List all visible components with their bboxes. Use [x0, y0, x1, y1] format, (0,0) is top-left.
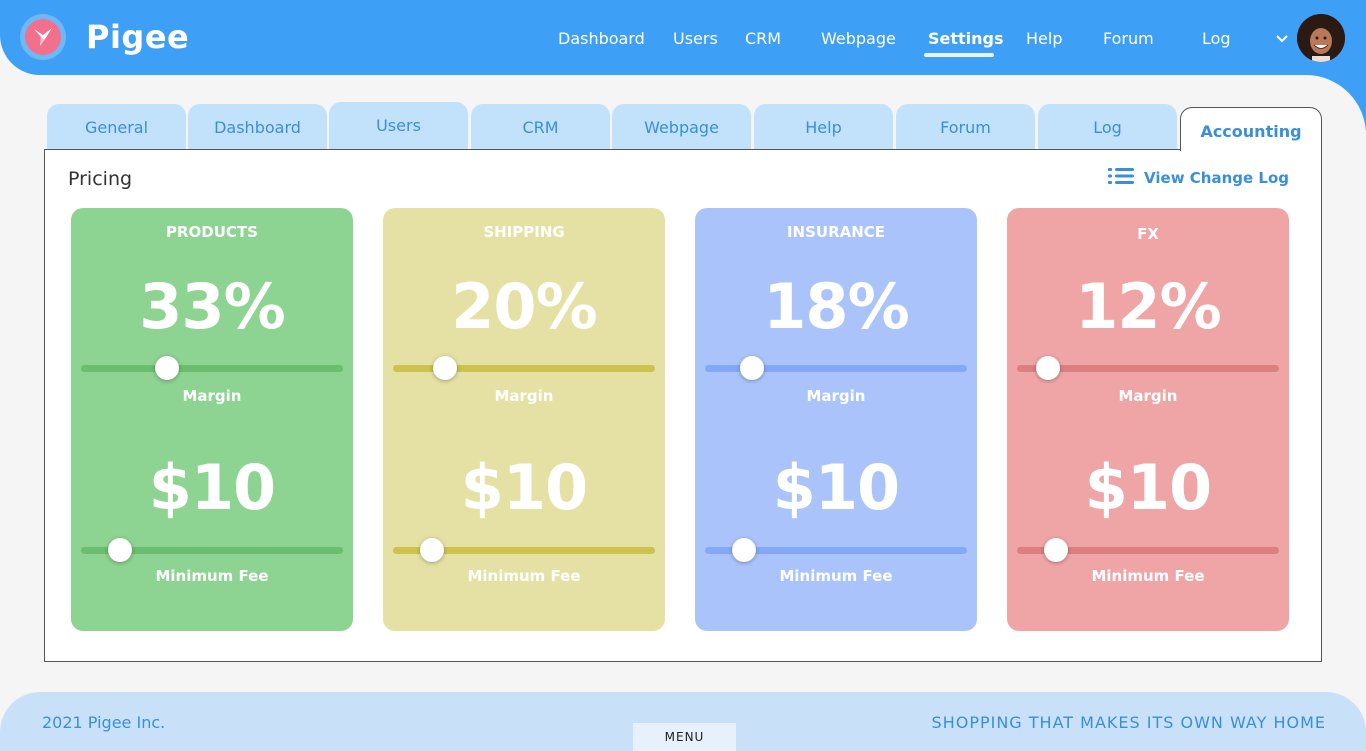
margin-slider[interactable]: [705, 356, 967, 380]
user-avatar[interactable]: [1297, 14, 1345, 62]
card-title: INSURANCE: [786, 223, 886, 241]
minimum-fee-label: Minimum Fee: [779, 567, 893, 585]
tab-users[interactable]: Users: [329, 102, 468, 150]
minimum-fee-label: Minimum Fee: [1091, 567, 1205, 585]
margin-label: Margin: [806, 387, 866, 405]
list-icon: [1108, 167, 1135, 189]
margin-slider-handle[interactable]: [1036, 356, 1061, 380]
minimum-fee-slider-handle[interactable]: [732, 538, 757, 562]
pricing-card-shipping: SHIPPING 20% Margin $10 Minimum Fee: [383, 208, 665, 631]
margin-slider-handle[interactable]: [740, 356, 765, 380]
minimum-fee-slider-handle[interactable]: [420, 538, 445, 562]
copyright: 2021 Pigee Inc.: [42, 713, 166, 732]
minimum-fee-slider[interactable]: [393, 538, 655, 562]
fee-value: $10: [460, 451, 588, 524]
view-change-log-label: View Change Log: [1144, 169, 1289, 187]
fee-value: $10: [148, 451, 276, 524]
fee-value: $10: [772, 451, 900, 524]
margin-value: 12%: [1075, 270, 1221, 343]
margin-slider-handle[interactable]: [155, 356, 180, 380]
nav-help[interactable]: Help: [1026, 29, 1062, 51]
tab-help[interactable]: Help: [754, 104, 893, 150]
pricing-card-fx: FX 12% Margin $10 Minimum Fee: [1007, 208, 1289, 631]
tab-webpage[interactable]: Webpage: [612, 104, 751, 150]
margin-label: Margin: [182, 387, 242, 405]
minimum-fee-slider[interactable]: [81, 538, 343, 562]
tab-crm[interactable]: CRM: [471, 104, 610, 150]
card-title: PRODUCTS: [166, 223, 258, 241]
fee-value: $10: [1084, 451, 1212, 524]
view-change-log-link[interactable]: View Change Log: [1108, 167, 1289, 189]
menu-button[interactable]: MENU: [633, 723, 736, 751]
nav-forum[interactable]: Forum: [1103, 29, 1154, 51]
card-title: SHIPPING: [483, 223, 565, 241]
brand-name[interactable]: Pigee: [86, 18, 189, 56]
margin-value: 33%: [139, 270, 285, 343]
footer: 2021 Pigee Inc. MENU SHOPPING THAT MAKES…: [0, 692, 1366, 751]
minimum-fee-slider-handle[interactable]: [108, 538, 133, 562]
tab-general[interactable]: General: [47, 104, 186, 150]
pricing-panel: Pricing View Change Log PRODUCTS 33% Mar…: [44, 149, 1322, 662]
chevron-down-icon[interactable]: [1274, 30, 1290, 46]
margin-value: 20%: [451, 270, 597, 343]
nav-active-indicator: [924, 53, 994, 57]
logo[interactable]: [20, 14, 66, 60]
tab-forum[interactable]: Forum: [896, 104, 1035, 150]
minimum-fee-slider-handle[interactable]: [1044, 538, 1069, 562]
margin-slider[interactable]: [393, 356, 655, 380]
nav-users[interactable]: Users: [673, 29, 718, 51]
nav-settings[interactable]: Settings: [928, 29, 1004, 51]
margin-slider[interactable]: [81, 356, 343, 380]
minimum-fee-label: Minimum Fee: [467, 567, 581, 585]
minimum-fee-slider[interactable]: [1017, 538, 1279, 562]
margin-slider[interactable]: [1017, 356, 1279, 380]
margin-label: Margin: [1118, 387, 1178, 405]
nav-dashboard[interactable]: Dashboard: [558, 29, 645, 51]
slogan: SHOPPING THAT MAKES ITS OWN WAY HOME: [931, 713, 1326, 732]
nav-log[interactable]: Log: [1202, 29, 1231, 51]
margin-slider-handle[interactable]: [433, 356, 458, 380]
nav-crm[interactable]: CRM: [745, 29, 781, 51]
minimum-fee-slider[interactable]: [705, 538, 967, 562]
card-title: FX: [1137, 225, 1159, 243]
tab-accounting[interactable]: Accounting: [1180, 107, 1322, 151]
tab-dashboard[interactable]: Dashboard: [188, 104, 327, 150]
pricing-card-insurance: INSURANCE 18% Margin $10 Minimum Fee: [695, 208, 977, 631]
panel-title: Pricing: [68, 168, 133, 190]
nav-webpage[interactable]: Webpage: [821, 29, 896, 51]
margin-value: 18%: [763, 270, 909, 343]
margin-label: Margin: [494, 387, 554, 405]
minimum-fee-label: Minimum Fee: [155, 567, 269, 585]
tab-log[interactable]: Log: [1038, 104, 1177, 150]
origami-bird-logo-icon: [25, 19, 61, 55]
pricing-card-products: PRODUCTS 33% Margin $10 Minimum Fee: [71, 208, 353, 631]
